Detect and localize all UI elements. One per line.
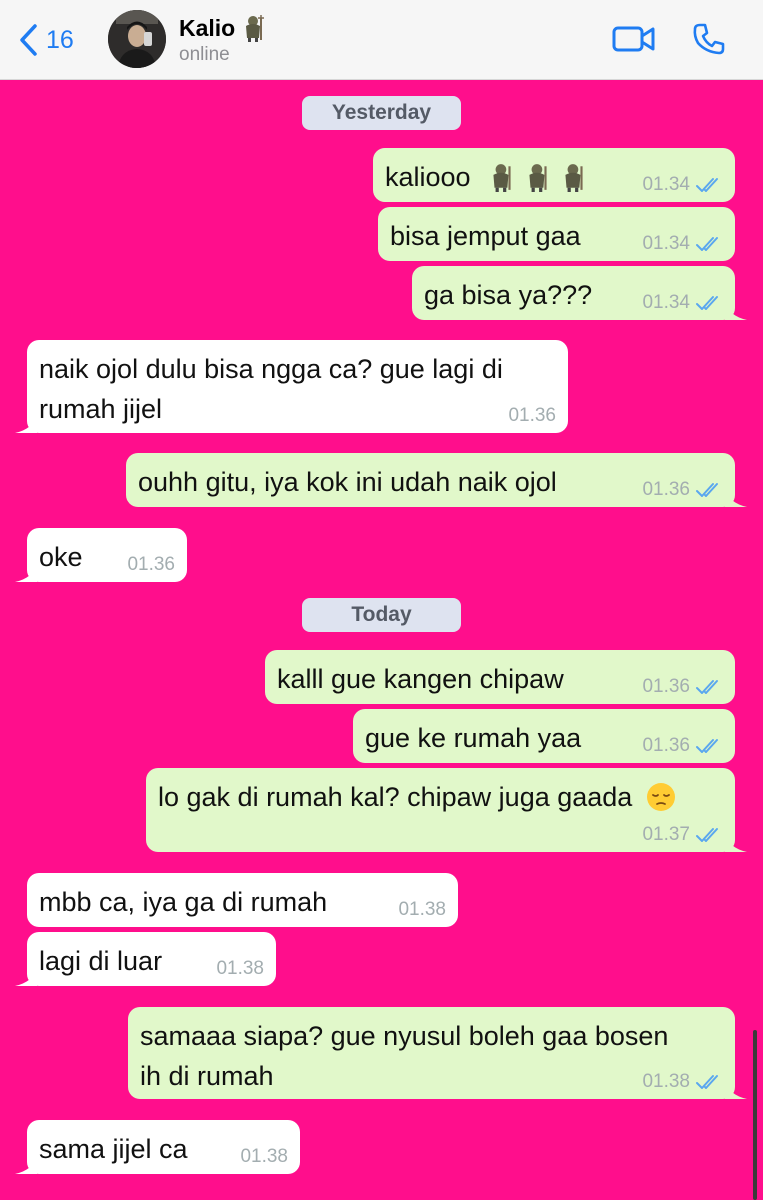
message-meta: 01.38 (398, 900, 446, 920)
pensive-face-emoji-icon (646, 783, 675, 811)
message-text: naik ojol dulu bisa ngga ca? gue lagi di… (39, 354, 503, 424)
message-text: oke (39, 542, 83, 572)
message-text: ouhh gitu, iya kok ini udah naik ojol (138, 467, 557, 497)
bubble-tail (15, 564, 37, 582)
contact-status: online (179, 44, 230, 65)
message-meta: 01.36 (642, 736, 723, 756)
scrollbar[interactable] (753, 1030, 757, 1200)
bubble-tail (725, 302, 747, 320)
message-time: 01.34 (642, 174, 690, 195)
outgoing-message[interactable]: samaaa siapa? gue nyusul boleh gaa bosen… (128, 1007, 747, 1099)
read-ticks-icon (696, 828, 718, 842)
message-time: 01.37 (642, 824, 690, 845)
incoming-message[interactable]: naik ojol dulu bisa ngga ca? gue lagi di… (15, 340, 568, 433)
message-time: 01.36 (642, 735, 690, 756)
contact-name: Kalio (179, 14, 236, 41)
message-text: bisa jemput gaa (390, 221, 581, 251)
outgoing-message[interactable]: lo gak di rumah kal? chipaw juga gaada 0… (146, 768, 747, 852)
incoming-message[interactable]: mbb ca, iya ga di rumah 01.38 (27, 873, 458, 927)
message-text: sama jijel ca (39, 1134, 188, 1164)
message-meta: 01.38 (216, 959, 264, 979)
read-ticks-icon (696, 237, 718, 251)
message-text: lagi di luar (39, 946, 163, 976)
message-time: 01.36 (642, 479, 690, 500)
message-text: kaliooo (385, 162, 471, 192)
message-time: 01.38 (642, 1071, 690, 1092)
message-meta: 01.34 (642, 234, 723, 254)
bubble-tail (15, 968, 37, 986)
message-time: 01.38 (398, 899, 446, 920)
bubble-tail (15, 1156, 37, 1174)
outgoing-message[interactable]: kalll gue kangen chipaw 01.36 (265, 650, 735, 704)
outgoing-message[interactable]: ouhh gitu, iya kok ini udah naik ojol 01… (126, 453, 747, 507)
avatar[interactable] (108, 10, 166, 68)
bubble-tail (725, 834, 747, 852)
contact-info[interactable]: Kalio online (179, 14, 265, 66)
message-time: 01.34 (642, 233, 690, 254)
troll-emoji-icon (246, 15, 265, 42)
message-meta: 01.37 (642, 825, 723, 845)
message-time: 01.34 (642, 292, 690, 313)
message-meta: 01.36 (642, 480, 723, 500)
bubble-tail (15, 415, 37, 433)
bubble-tail (725, 489, 747, 507)
message-time: 01.38 (216, 958, 264, 979)
date-separator: Yesterday (302, 96, 461, 130)
incoming-message[interactable]: sama jijel ca 01.38 (15, 1120, 300, 1174)
back-chevron-icon (20, 24, 37, 56)
message-text: samaaa siapa? gue nyusul boleh gaa bosen… (140, 1021, 669, 1091)
chat-header: 16 Kalio online (0, 0, 763, 80)
message-text: ga bisa ya??? (424, 280, 593, 310)
message-meta: 01.36 (642, 677, 723, 697)
read-ticks-icon (696, 1075, 718, 1089)
read-ticks-icon (696, 680, 718, 694)
message-text: lo gak di rumah kal? chipaw juga gaada (158, 782, 633, 812)
read-ticks-icon (696, 178, 718, 192)
message-time: 01.36 (508, 405, 556, 426)
read-ticks-icon (696, 296, 718, 310)
outgoing-message[interactable]: bisa jemput gaa 01.34 (378, 207, 735, 261)
message-meta: 01.38 (240, 1147, 288, 1167)
read-ticks-icon (696, 739, 718, 753)
message-time: 01.38 (240, 1146, 288, 1167)
message-time: 01.36 (127, 554, 175, 575)
message-text: mbb ca, iya ga di rumah (39, 887, 328, 917)
date-separator: Today (302, 598, 461, 632)
bubble-tail (725, 1081, 747, 1099)
message-meta: 01.34 (642, 175, 723, 195)
back-button[interactable]: 16 (18, 22, 74, 58)
read-ticks-icon (696, 483, 718, 497)
message-meta: 01.38 (642, 1072, 723, 1092)
message-meta: 01.36 (127, 555, 175, 575)
outgoing-message[interactable]: ga bisa ya??? 01.34 (412, 266, 747, 320)
incoming-message[interactable]: lagi di luar 01.38 (15, 932, 276, 986)
outgoing-message[interactable]: gue ke rumah yaa 01.36 (353, 709, 735, 763)
message-time: 01.36 (642, 676, 690, 697)
message-meta: 01.36 (508, 406, 556, 426)
video-call-icon[interactable] (612, 22, 656, 56)
message-text: kalll gue kangen chipaw (277, 664, 564, 694)
unread-count: 16 (46, 25, 74, 54)
outgoing-message[interactable]: kaliooo 01.34 (373, 148, 735, 202)
message-text: gue ke rumah yaa (365, 723, 582, 753)
phone-call-icon[interactable] (692, 22, 726, 56)
troll-emoji-icon (488, 162, 588, 192)
incoming-message[interactable]: oke 01.36 (15, 528, 187, 582)
message-meta: 01.34 (642, 293, 723, 313)
